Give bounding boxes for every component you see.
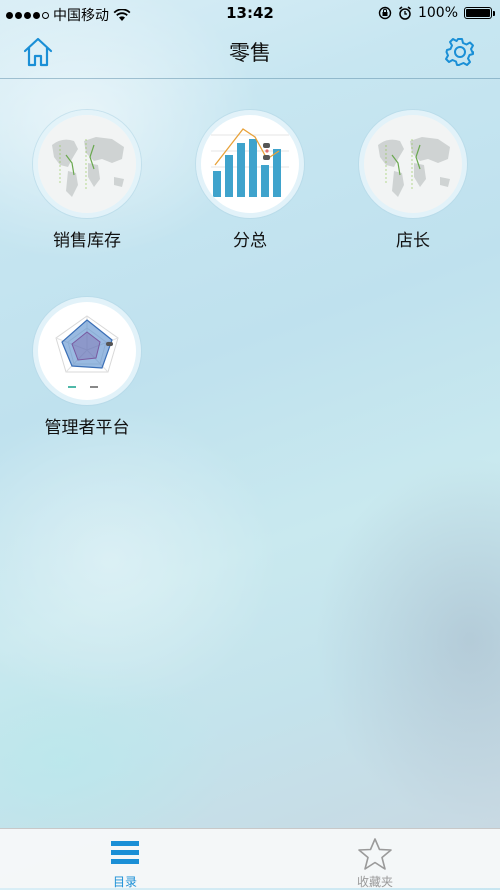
app-label: 销售库存 <box>53 231 121 251</box>
tab-label: 目录 <box>112 875 137 889</box>
app-label: 分总 <box>233 231 267 251</box>
battery-icon <box>464 7 495 19</box>
battery-fill <box>466 9 490 17</box>
tab-bar: 目录 收藏夹 <box>0 828 500 889</box>
world-map-icon <box>364 115 462 213</box>
tab-catalog[interactable]: 目录 <box>0 829 250 889</box>
settings-button[interactable] <box>442 34 478 70</box>
app-tile-store-manager[interactable]: 店长 <box>338 110 488 251</box>
app-icon-circle <box>33 297 141 405</box>
status-right: 100% <box>378 5 495 21</box>
tab-favorites[interactable]: 收藏夹 <box>250 829 500 889</box>
page-title: 零售 <box>229 41 271 65</box>
battery-percent: 100% <box>417 5 458 21</box>
gear-icon <box>445 38 474 66</box>
nav-bar: 零售 <box>0 28 500 79</box>
app-tile-sales-inventory[interactable]: 销售库存 <box>12 110 162 251</box>
app-icon-circle <box>33 110 141 218</box>
list-icon <box>111 841 139 864</box>
status-bar: 中国移动 13:42 100% <box>0 0 500 28</box>
tab-label: 收藏夹 <box>356 875 393 889</box>
app-icon-circle <box>196 110 304 218</box>
radar-chart-icon <box>38 302 136 400</box>
app-icon-circle <box>359 110 467 218</box>
app-tile-manager-platform[interactable]: 管理者平台 <box>12 297 162 438</box>
orientation-lock-icon <box>378 6 392 20</box>
app-tile-branch-summary[interactable]: 分总 <box>175 110 325 251</box>
app-label: 店长 <box>396 231 430 251</box>
world-map-icon <box>38 115 136 213</box>
bar-chart-icon <box>201 115 299 213</box>
alarm-icon <box>399 6 411 20</box>
star-icon <box>358 838 392 870</box>
app-label: 管理者平台 <box>44 418 130 438</box>
